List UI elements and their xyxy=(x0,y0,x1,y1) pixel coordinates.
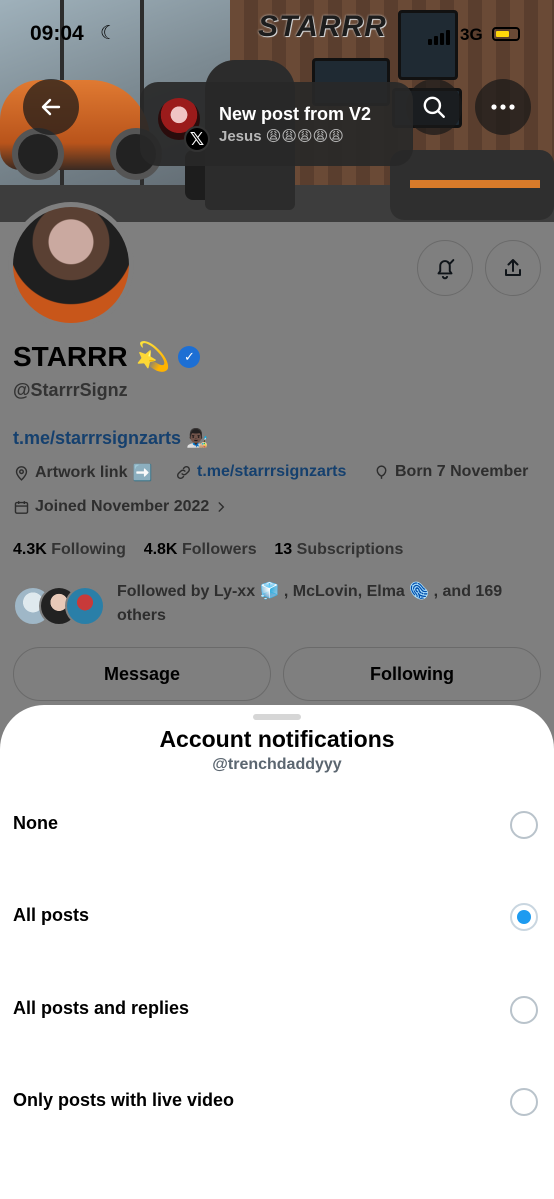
profile-name: STARRR 💫 ✓ xyxy=(13,340,201,373)
banner-sofa xyxy=(390,150,554,220)
notification-title: New post from V2 xyxy=(219,104,372,124)
verified-icon[interactable]: ✓ xyxy=(178,345,201,368)
followed-by-avatars[interactable] xyxy=(13,586,105,626)
artwork-label: Artwork link xyxy=(35,464,128,481)
share-icon xyxy=(505,259,521,276)
meta-link-text[interactable]: t.me/starrrsignzarts xyxy=(197,463,346,481)
following-stat[interactable]: 4.3K Following xyxy=(13,541,126,558)
option-all-posts[interactable]: All posts xyxy=(0,873,554,965)
location-icon xyxy=(15,465,28,481)
following-button[interactable]: Following xyxy=(283,647,541,701)
radio-live-video[interactable] xyxy=(510,1088,538,1116)
balloon-icon xyxy=(376,464,387,479)
network-type: 3G xyxy=(460,25,483,44)
more-icon xyxy=(491,104,515,110)
chevron-right-icon[interactable] xyxy=(214,500,228,514)
name-emoji: 💫 xyxy=(135,341,171,372)
search-icon xyxy=(423,96,445,118)
moon-icon: ☾ xyxy=(100,23,118,44)
artwork-emoji: ➡️ xyxy=(132,465,153,482)
profile-stats: 4.3K Following 4.8K Followers 13 Subscri… xyxy=(13,541,403,559)
calendar-icon xyxy=(14,500,29,514)
status-time: 09:04 xyxy=(30,22,84,45)
sheet-title: Account notifications xyxy=(159,726,395,752)
meta-joined: Joined November 2022 xyxy=(13,498,228,516)
meta-link[interactable]: t.me/starrrsignzarts xyxy=(175,463,346,481)
option-label: All posts xyxy=(13,905,90,925)
sheet-grabber[interactable] xyxy=(253,714,301,720)
avatar-image xyxy=(13,207,129,323)
followers-stat[interactable]: 4.8K Followers xyxy=(144,541,257,558)
profile-name-text: STARRR xyxy=(13,340,128,372)
profile-handle: @StarrrSignz xyxy=(13,380,128,400)
radio-none[interactable] xyxy=(510,811,538,839)
push-notification-toast[interactable]: 𝕏 New post from V2 Jesus 😩😩😩😩😩 xyxy=(140,82,413,166)
option-label: Only posts with live video xyxy=(13,1090,235,1110)
x-logo-icon: 𝕏 xyxy=(184,126,210,152)
more-options-button[interactable] xyxy=(475,79,531,135)
radio-all-posts[interactable] xyxy=(510,903,538,931)
back-arrow-icon xyxy=(41,98,61,116)
avatar xyxy=(65,586,105,626)
link-icon xyxy=(177,465,190,479)
notifications-bell-button[interactable] xyxy=(417,240,473,296)
share-button[interactable] xyxy=(485,240,541,296)
option-live-video[interactable]: Only posts with live video xyxy=(0,1058,554,1150)
banner-car-wheel xyxy=(12,128,64,180)
battery-icon xyxy=(492,27,520,41)
option-label: All posts and replies xyxy=(13,998,190,1018)
profile-avatar[interactable] xyxy=(8,202,134,328)
signal-icon xyxy=(428,27,452,45)
meta-artwork: Artwork link ➡️ xyxy=(13,463,152,483)
sheet-subtitle: @trenchdaddyyy xyxy=(212,756,342,773)
search-button[interactable] xyxy=(406,79,462,135)
option-all-posts-and-replies[interactable]: All posts and replies xyxy=(0,966,554,1058)
status-bar: 09:04 ☾ 3G xyxy=(0,0,554,60)
subscriptions-stat[interactable]: 13 Subscriptions xyxy=(274,541,403,558)
radio-all-posts-and-replies[interactable] xyxy=(510,996,538,1024)
message-button[interactable]: Message xyxy=(13,647,271,701)
meta-birthday: Born 7 November xyxy=(373,463,528,481)
back-button[interactable] xyxy=(23,79,79,135)
account-notifications-sheet: Account notifications @trenchdaddyyy Non… xyxy=(0,705,554,1199)
bio-link[interactable]: t.me/starrrsignzarts xyxy=(13,428,181,448)
option-label: None xyxy=(13,813,58,833)
bell-check-icon xyxy=(437,259,455,280)
notification-body: Jesus 😩😩😩😩😩 xyxy=(219,128,344,145)
bio-emoji: 👨🏿‍🎨 xyxy=(186,428,209,448)
birthday-text: Born 7 November xyxy=(395,463,529,480)
option-none[interactable]: None xyxy=(0,781,554,873)
joined-text: Joined November 2022 xyxy=(35,498,210,515)
followed-by-text[interactable]: Followed by Ly-xx 🧊 , McLovin, Elma 🫆 , … xyxy=(117,580,527,628)
bio: t.me/starrrsignzarts 👨🏿‍🎨 xyxy=(13,428,209,449)
